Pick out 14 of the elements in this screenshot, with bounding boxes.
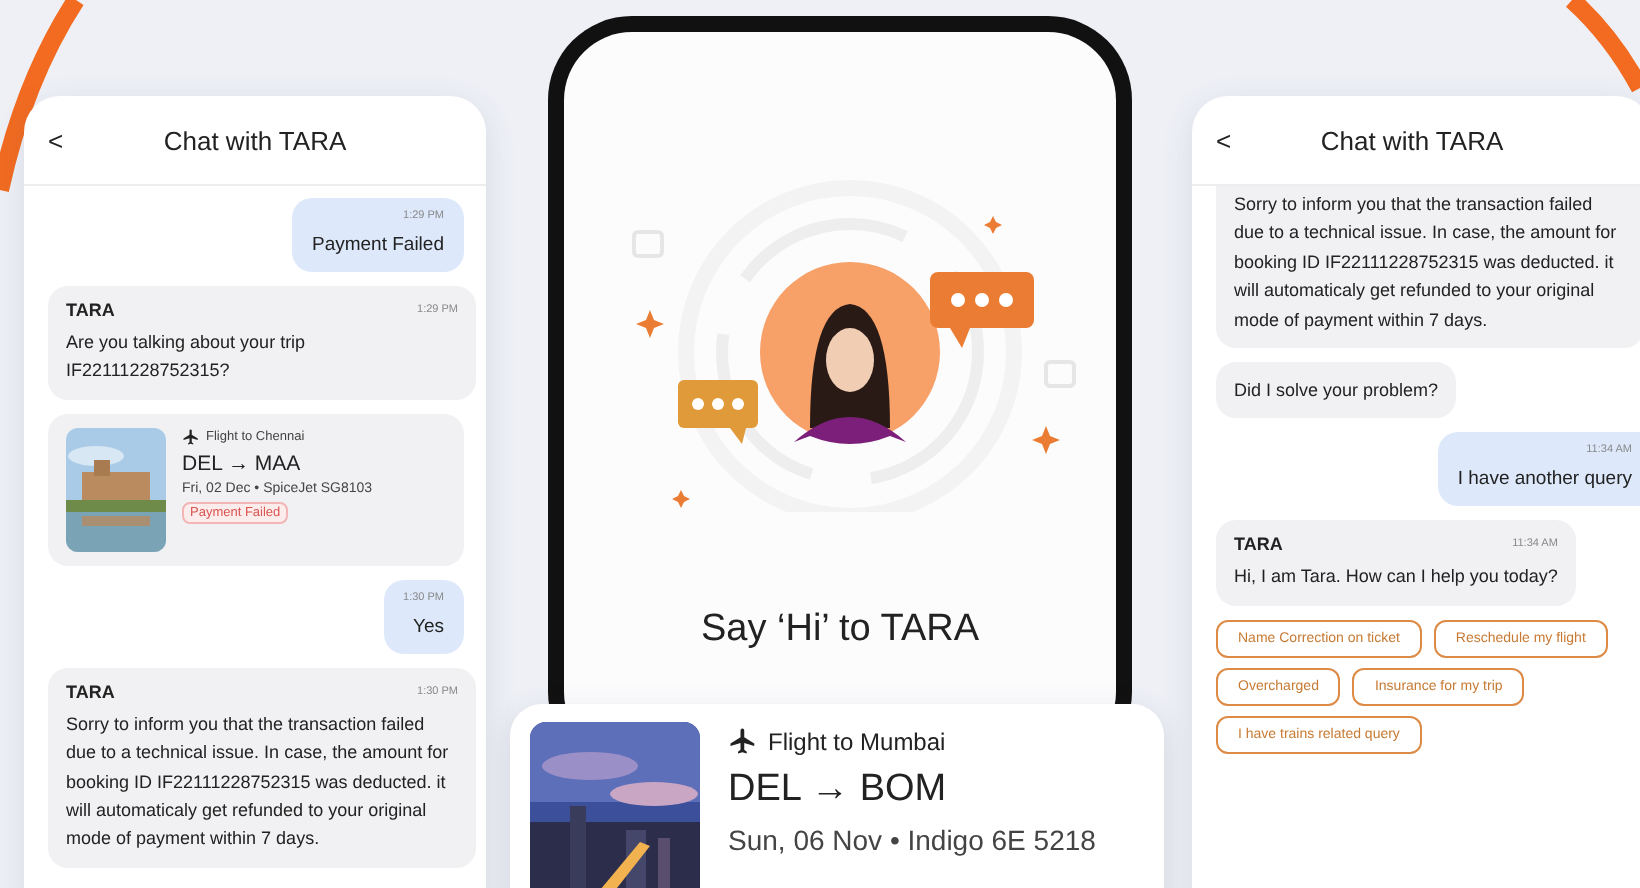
flight-label: Flight to Mumbai <box>728 726 1096 756</box>
chat-title: Chat with TARA <box>1318 125 1506 155</box>
greeting-heading: Say ‘Hi’ to TARA <box>700 608 980 652</box>
bot-message: Sorry to inform you that the transaction failed due to a technical issue. In case, the amount for booking ID IF22111228752315 was deducted. it will automaticaly get refunded to your original mode of payment within 7 days. <box>1216 186 1640 348</box>
back-button[interactable]: < <box>48 125 88 155</box>
back-button[interactable]: < <box>1216 125 1256 155</box>
trip-details: Sun, 06 Nov • Indigo 6E 5218 <box>728 824 1096 856</box>
chat-title: Chat with TARA <box>161 125 349 155</box>
bot-message: Did I solve your problem? <box>1216 361 1457 419</box>
route-text: DEL → BOM <box>728 768 949 812</box>
route-text: DEL → MAA <box>182 451 303 476</box>
flight-card[interactable]: Flight to Mumbai DEL → BOM Sun, 06 Nov • Indigo 6E 5218 <box>510 704 1164 888</box>
plane-icon <box>728 726 758 756</box>
plane-icon <box>182 427 200 446</box>
